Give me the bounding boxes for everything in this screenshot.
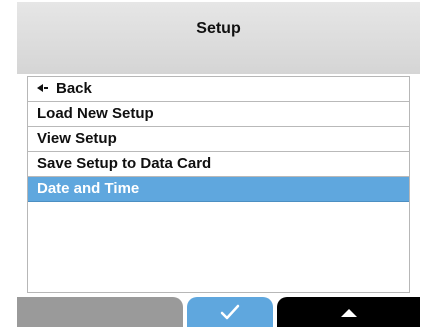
setup-screen: Setup Back Load New Setup View Setup Sav… [0, 0, 437, 327]
setup-menu: Back Load New Setup View Setup Save Setu… [27, 76, 410, 293]
menu-item-label: View Setup [37, 130, 117, 147]
menu-item-load-new-setup[interactable]: Load New Setup [28, 102, 409, 127]
checkmark-icon [220, 304, 240, 320]
softkey-bar [17, 297, 420, 327]
left-softkey[interactable] [17, 297, 183, 327]
up-softkey[interactable] [277, 297, 420, 327]
menu-item-date-and-time[interactable]: Date and Time [28, 177, 409, 202]
page-title: Setup [196, 20, 241, 37]
confirm-softkey[interactable] [187, 297, 273, 327]
menu-item-label: Save Setup to Data Card [37, 155, 212, 172]
title-bar: Setup [17, 2, 420, 74]
menu-item-view-setup[interactable]: View Setup [28, 127, 409, 152]
up-arrow-icon [341, 309, 357, 317]
back-arrow-icon [37, 84, 43, 93]
menu-item-save-setup-to-data-card[interactable]: Save Setup to Data Card [28, 152, 409, 177]
menu-item-label: Date and Time [37, 180, 140, 197]
menu-item-label: Load New Setup [37, 105, 154, 122]
menu-item-back[interactable]: Back [28, 77, 409, 102]
back-arrow-stem [44, 87, 48, 90]
menu-item-label: Back [56, 80, 92, 97]
